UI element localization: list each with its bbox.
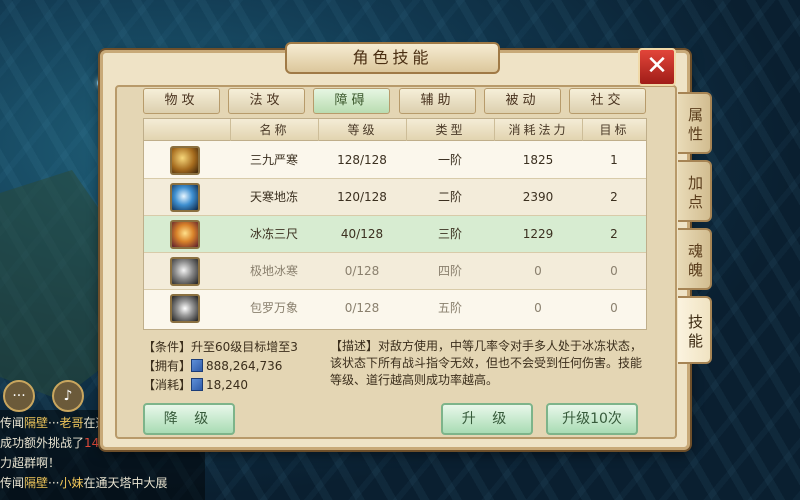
skill-name: 天寒地冻: [249, 190, 298, 204]
owned-value: 888,264,736: [206, 359, 283, 373]
chat-bubble-icon[interactable]: ···: [3, 380, 35, 412]
golden-crest-icon: [170, 220, 200, 249]
table-row[interactable]: 极地冰寒 0/128 四阶 0 0: [144, 253, 646, 290]
chat-line: 力超群啊！: [0, 454, 60, 471]
table-row[interactable]: 包罗万象 0/128 五阶 0 0: [144, 290, 646, 327]
table-row[interactable]: 三九严寒 128/128 一阶 1825 1: [144, 142, 646, 179]
skill-target: 2: [610, 227, 618, 241]
skill-mana: 1229: [522, 227, 554, 241]
skill-name: 包罗万象: [249, 301, 298, 315]
window-title: 角色技能: [285, 42, 500, 74]
skill-type: 一阶: [437, 153, 462, 167]
skill-level: 120/128: [337, 190, 387, 204]
chat-text: 成功额外挑战了: [0, 436, 85, 450]
bronze-spiral-icon: [170, 146, 200, 175]
cost-value: 18,240: [206, 378, 249, 392]
chat-player-name[interactable]: 隔壁: [24, 476, 48, 490]
book-icon: [191, 378, 204, 391]
skill-level: 128/128: [337, 153, 387, 167]
chat-prefix: 传闻: [0, 416, 25, 430]
skill-mana: 2390: [522, 190, 554, 204]
cost-tag: 【消耗】: [143, 378, 192, 392]
chat-player-name[interactable]: 老哥: [59, 416, 83, 430]
column-header-name: 名称: [230, 119, 318, 141]
upgrade-button[interactable]: 升 级: [441, 403, 533, 435]
side-tab-soul[interactable]: 魂魄: [678, 228, 712, 290]
table-row[interactable]: 冰冻三尺 40/128 三阶 1229 2: [144, 216, 646, 253]
chat-text: 力超群啊！: [0, 456, 61, 470]
column-header-type: 类型: [406, 119, 494, 141]
tab-social[interactable]: 社交: [569, 88, 646, 114]
skill-description: 【描述】对敌方使用，中等几率令对手多人处于冰冻状态，该状态下所有战斗指令无效，但…: [330, 338, 645, 389]
column-header-mana: 消耗法力: [494, 119, 582, 141]
book-icon: [191, 359, 204, 372]
skill-table: 名称 等级 类型 消耗法力 目标 三九严寒 128/128 一阶 1825 1 …: [143, 118, 647, 330]
tab-physical-attack[interactable]: 物攻: [143, 88, 220, 114]
condition-line: 【条件】升至60级目标增至3: [143, 338, 298, 356]
chat-prefix: 传闻: [0, 476, 25, 490]
column-header-level: 等级: [318, 119, 406, 141]
chat-number: 14: [84, 436, 100, 450]
skill-category-tabs: 物攻 法攻 障碍 辅助 被动 社交: [143, 88, 648, 114]
skill-name: 极地冰寒: [249, 264, 298, 278]
owned-tag: 【拥有】: [143, 359, 192, 373]
table-row[interactable]: 天寒地冻 120/128 二阶 2390 2: [144, 179, 646, 216]
tab-obstruction[interactable]: 障碍: [313, 88, 390, 114]
chat-line: 传闻隔壁···小妹在通天塔中大展: [0, 476, 168, 490]
blue-vortex-icon: [170, 183, 200, 212]
skill-mana: 0: [534, 264, 542, 278]
grey-shatter-icon: [170, 294, 200, 323]
chat-player-name[interactable]: 小妹: [59, 476, 83, 490]
grey-crystal-icon: [170, 257, 200, 286]
chat-line: 成功额外挑战了14: [0, 434, 99, 451]
skill-target: 2: [610, 190, 618, 204]
voice-mic-icon[interactable]: ♪: [52, 380, 84, 412]
side-tab-attributes[interactable]: 属性: [678, 92, 712, 154]
skill-level: 40/128: [340, 227, 384, 241]
chat-player-name[interactable]: 隔壁: [24, 416, 48, 430]
side-tab-skills[interactable]: 技能: [678, 296, 712, 364]
skill-type: 三阶: [437, 227, 462, 241]
description-tag: 【描述】: [330, 339, 379, 353]
condition-text: 升至60级目标增至3: [191, 340, 298, 354]
downgrade-button[interactable]: 降 级: [143, 403, 235, 435]
skill-type: 四阶: [437, 264, 462, 278]
skill-mana: 1825: [522, 153, 554, 167]
side-tab-points[interactable]: 加点: [678, 160, 712, 222]
cost-line: 【消耗】 18,240: [143, 376, 248, 394]
upgrade-10-button[interactable]: 升级10次: [546, 403, 638, 435]
condition-tag: 【条件】: [143, 340, 192, 354]
skill-target: 1: [610, 153, 618, 167]
skill-mana: 0: [534, 301, 542, 315]
chat-text: 在通天塔中大展: [83, 476, 168, 490]
tab-magic-attack[interactable]: 法攻: [228, 88, 305, 114]
tab-support[interactable]: 辅助: [399, 88, 476, 114]
chat-line: 传闻隔壁···老哥在通: [0, 416, 108, 430]
skill-name: 三九严寒: [249, 153, 298, 167]
column-header-target: 目标: [582, 119, 646, 141]
close-button[interactable]: ✕: [638, 48, 676, 86]
skill-type: 五阶: [437, 301, 462, 315]
table-header: 名称 等级 类型 消耗法力 目标: [144, 119, 646, 141]
skill-name: 冰冻三尺: [249, 227, 298, 241]
tab-passive[interactable]: 被动: [484, 88, 561, 114]
skill-target: 0: [610, 264, 618, 278]
skill-target: 0: [610, 301, 618, 315]
skill-type: 二阶: [437, 190, 462, 204]
owned-line: 【拥有】 888,264,736: [143, 357, 282, 375]
skill-level: 0/128: [344, 264, 380, 278]
skill-level: 0/128: [344, 301, 380, 315]
